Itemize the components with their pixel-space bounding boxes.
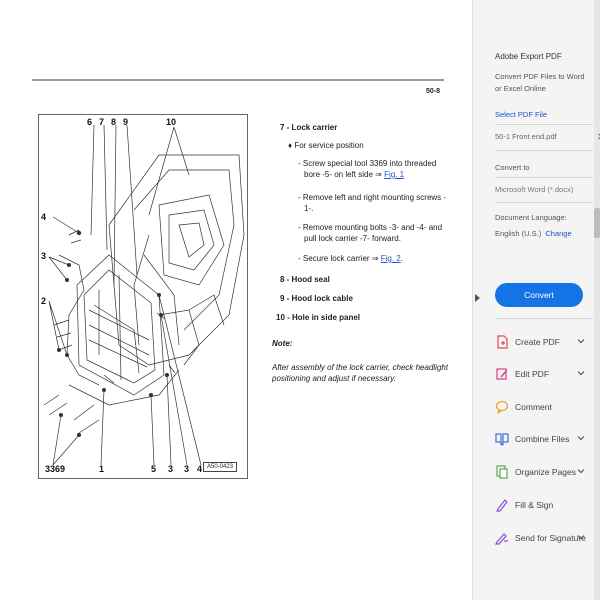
front-end-drawing [43, 124, 245, 466]
step-1-line-2: bore -5- on left side ⇒ Fig. 1 [298, 169, 448, 180]
tool-comment[interactable]: Comment [495, 397, 595, 417]
export-desc-line-2: or Excel Online [495, 84, 546, 93]
separator [495, 177, 593, 178]
header-rule [32, 79, 444, 81]
callout-2-left: 2 [41, 296, 47, 306]
document-language-value: English (U.S.) [495, 229, 542, 238]
tool-create-pdf[interactable]: Create PDF [495, 332, 595, 352]
separator [495, 202, 593, 203]
chevron-down-icon[interactable] [577, 467, 585, 475]
step-1-line-1: - Screw special tool 3369 into threaded [298, 159, 437, 168]
tool-fill-sign[interactable]: Fill & Sign [495, 495, 595, 515]
exploded-view-figure: 6 7 8 9 10 4 3 2 3369 1 5 3 3 4 A50-0423 [38, 114, 248, 479]
send-signature-icon [495, 533, 508, 545]
convert-button[interactable]: Convert [495, 283, 583, 307]
step-4-text: - Secure lock carrier ⇒ [298, 254, 379, 263]
tool-comment-label: Comment [515, 402, 552, 412]
create-pdf-icon [497, 335, 508, 349]
callout-9: 9 [123, 117, 129, 127]
note-line-2: positioning and adjust if necessary. [272, 374, 396, 383]
change-language-link[interactable]: Change [545, 229, 571, 238]
step-4: - Secure lock carrier ⇒ Fig. 2. [298, 253, 448, 264]
callout-8: 8 [111, 117, 117, 127]
convert-to-label: Convert to [495, 163, 530, 172]
callout-6: 6 [87, 117, 93, 127]
step-2-line-1: - Remove left and right mounting screws … [298, 193, 447, 202]
comment-icon [495, 400, 509, 414]
step-2-line-2: 1-. [304, 204, 314, 213]
chevron-down-icon[interactable] [577, 369, 585, 377]
panel-scrollbar-thumb[interactable] [594, 208, 600, 238]
diamond-bullet-icon: ♦ [288, 141, 293, 150]
chevron-down-icon[interactable] [577, 533, 585, 541]
callout-7: 7 [99, 117, 105, 127]
tool-edit-pdf-label: Edit PDF [515, 369, 550, 379]
tool-send-for-signature-label: Send for Signature [515, 533, 586, 543]
tool-fill-sign-label: Fill & Sign [515, 500, 554, 510]
callout-3-bottom: 3 [168, 464, 174, 474]
tool-organize-pages[interactable]: Organize Pages [495, 462, 595, 482]
edit-pdf-icon [496, 368, 508, 380]
separator [495, 318, 593, 319]
note-title: Note: [272, 339, 293, 348]
convert-to-select[interactable]: Microsoft Word (*.docx) [495, 185, 573, 195]
callout-3-bottom-b: 3 [184, 464, 190, 474]
step-4-end: . [400, 254, 403, 263]
chevron-down-icon[interactable] [577, 434, 585, 442]
export-desc-line-1: Convert PDF Files to Word [495, 72, 585, 81]
tool-organize-pages-label: Organize Pages [515, 467, 576, 477]
note-text: After assembly of the lock carrier, chec… [272, 362, 452, 384]
callout-1: 1 [99, 464, 105, 474]
step-2: - Remove left and right mounting screws … [298, 192, 448, 214]
combine-files-icon [495, 433, 509, 446]
callout-4-left: 4 [41, 212, 47, 222]
tool-create-pdf-label: Create PDF [515, 337, 560, 347]
bullet-text: For service position [294, 141, 364, 150]
step-3-line-2: pull lock carrier -7- forward. [304, 234, 401, 243]
fig-2-link[interactable]: Fig. 2 [381, 254, 401, 263]
page-number: 50-8 [426, 88, 441, 95]
document-language-row: English (U.S.) Change [495, 229, 572, 239]
callout-3-left: 3 [41, 251, 47, 261]
step-3: - Remove mounting bolts -3- and -4- and … [298, 222, 448, 244]
item-8-heading: 8 - Hood seal [280, 275, 330, 284]
organize-pages-icon [496, 465, 508, 479]
step-1: - Screw special tool 3369 into threaded … [298, 158, 448, 180]
separator [495, 150, 593, 151]
item-9-heading: 9 - Hood lock cable [280, 294, 353, 303]
callout-3369: 3369 [45, 464, 66, 474]
step-3-line-1: - Remove mounting bolts -3- and -4- and [298, 223, 443, 232]
export-pdf-title: Adobe Export PDF [495, 52, 562, 61]
figure-id: A50-0423 [203, 462, 238, 472]
callout-4-bottom: 4 [197, 464, 203, 474]
item-10-heading: 10 - Hole in side panel [276, 313, 361, 322]
collapse-panel-arrow-icon[interactable] [475, 294, 480, 302]
chevron-down-icon[interactable] [577, 337, 585, 345]
document-view: 50-8 6 7 8 9 10 4 3 2 3369 1 5 3 3 4 A50… [0, 0, 472, 600]
step-1-text: bore -5- on left side ⇒ [304, 170, 382, 179]
document-language-label: Document Language: [495, 213, 567, 222]
note-line-1: After assembly of the lock carrier, chec… [272, 363, 449, 372]
bullet-service-position: ♦ For service position [288, 140, 364, 151]
select-pdf-file-link[interactable]: Select PDF File [495, 110, 547, 120]
callout-5: 5 [151, 464, 157, 474]
fig-1-link[interactable]: Fig. 1 [384, 170, 404, 179]
tool-send-for-signature[interactable]: Send for Signature [495, 528, 595, 548]
tool-combine-files-label: Combine Files [515, 434, 570, 444]
selected-file-name: 50-1 Front end.pdf [495, 132, 557, 141]
fill-sign-icon [496, 499, 508, 512]
tools-panel: Adobe Export PDF Convert PDF Files to Wo… [472, 0, 600, 600]
tool-edit-pdf[interactable]: Edit PDF [495, 364, 595, 384]
item-7-heading: 7 - Lock carrier [280, 123, 338, 132]
separator [495, 124, 593, 125]
tool-combine-files[interactable]: Combine Files [495, 429, 595, 449]
callout-10: 10 [166, 117, 177, 127]
